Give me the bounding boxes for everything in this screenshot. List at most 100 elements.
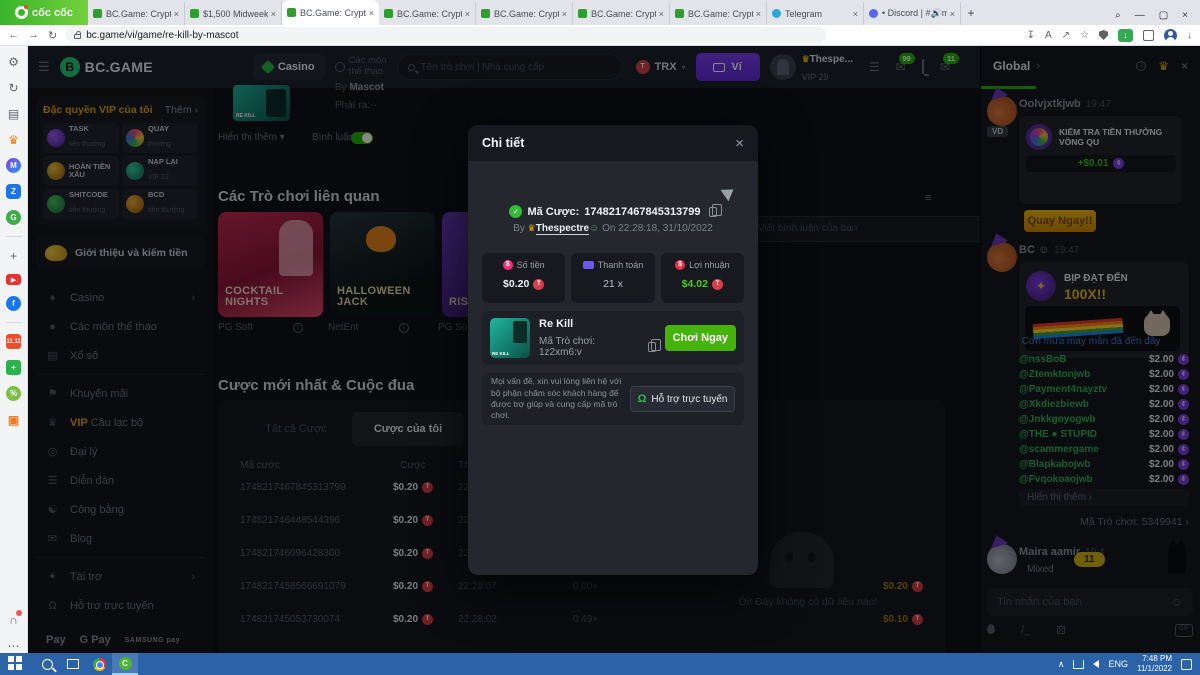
modal-title: Chi tiết (482, 136, 525, 150)
clock[interactable]: 7:48 PM 11/1/2022 (1137, 654, 1172, 674)
minimize-button[interactable]: — (1135, 10, 1145, 21)
url-text: bc.game/vi/game/re-kill-by-mascot (86, 29, 239, 41)
tab-close-icon[interactable]: × (174, 9, 179, 19)
support-note: Mọi vấn đề, xin vui lòng liên hệ với bộ … (482, 373, 744, 425)
tab-close-icon[interactable]: × (465, 9, 470, 19)
extensions-icon[interactable] (1143, 29, 1154, 41)
history-icon[interactable]: ↻ (6, 80, 21, 95)
tab-favicon (287, 8, 296, 17)
promo-icon[interactable]: % (6, 386, 21, 401)
stat-amount: $ Số tiền $0.20 T (482, 253, 566, 303)
headset-icon: Ω (637, 393, 647, 405)
save-page-icon[interactable]: ↧ (1027, 30, 1035, 41)
start-button[interactable] (8, 656, 24, 672)
sale-1111-icon[interactable]: 11.11 (6, 334, 21, 349)
browser-tab[interactable]: BC.Game: Crypto × (282, 0, 379, 25)
browser-tab[interactable]: BC.Game: Crypto × (88, 2, 185, 25)
modal-game-card: RE KILL Re Kill Mã Trò chơi: 1z2xm6:v Ch… (482, 311, 744, 365)
bet-details-modal: Chi tiết × ✓ Mã Cược: 174821746784531379… (468, 125, 758, 575)
tab-favicon (869, 9, 878, 18)
coccoc-brand-text: cốc cốc (32, 6, 73, 19)
divider (5, 236, 22, 237)
copy-icon[interactable] (647, 339, 661, 352)
tab-favicon (481, 9, 490, 18)
games-icon[interactable]: G (6, 210, 21, 225)
tray-expand-icon[interactable]: ∧ (1058, 659, 1065, 670)
messenger-icon[interactable]: M (6, 158, 21, 173)
reload-button[interactable]: ↻ (48, 29, 57, 42)
trx-coin-icon: T (711, 278, 723, 290)
trx-coin-icon: T (533, 278, 545, 290)
browser-tab[interactable]: BC.Game: Crypto × (476, 2, 573, 25)
browser-toolbar: ← → ↻ bc.game/vi/game/re-kill-by-mascot … (0, 25, 1200, 46)
download-button[interactable]: ↓ (1118, 28, 1133, 42)
add-shortcut-icon[interactable]: + (6, 248, 21, 263)
volume-icon[interactable] (1093, 660, 1100, 668)
tab-search-icon[interactable]: ⌕ (1115, 10, 1121, 21)
notifications-bell-icon[interactable]: ∩ (6, 610, 22, 627)
browser-tab[interactable]: • Discord | #🔊m × (864, 2, 961, 25)
youtube-icon[interactable]: ▶ (6, 274, 21, 285)
news-feed-icon[interactable]: ▤ (6, 106, 21, 121)
share-icon[interactable]: ↗ (1062, 30, 1070, 41)
network-icon[interactable] (1073, 659, 1085, 669)
coccoc-icon (15, 5, 29, 19)
stat-payout: Thanh toán 21 x (571, 253, 655, 303)
game-thumbnail[interactable]: RE KILL (490, 318, 530, 358)
tab-close-icon[interactable]: × (369, 8, 374, 18)
lock-icon[interactable] (74, 31, 82, 39)
bet-author-link[interactable]: Thespectre (535, 223, 590, 235)
back-button[interactable]: ← (8, 29, 19, 41)
browser-tab[interactable]: Telegram × (767, 2, 864, 25)
maximize-button[interactable]: ▢ (1159, 10, 1168, 21)
tab-close-icon[interactable]: × (853, 9, 858, 19)
browser-sidebar: ⚙ ↻ ▤ ♛ M Z G + ▶ f 11.11 + % ▣ ∩ ⋯ (0, 46, 28, 653)
more-icon[interactable]: ⋯ (6, 638, 21, 653)
chrome-taskbar-icon[interactable] (86, 653, 112, 675)
live-support-button[interactable]: Ω Hỗ trợ trực tuyến (630, 386, 735, 412)
tab-favicon (578, 9, 587, 18)
modal-close-icon[interactable]: × (735, 135, 744, 152)
tab-close-icon[interactable]: × (562, 9, 567, 19)
tab-close-icon[interactable]: × (756, 9, 761, 19)
zalo-icon[interactable]: Z (6, 184, 21, 199)
address-bar[interactable]: bc.game/vi/game/re-kill-by-mascot (66, 27, 827, 43)
profile-avatar-icon[interactable] (1164, 28, 1177, 42)
tab-favicon (675, 9, 684, 18)
browser-tab[interactable]: BC.Game: Crypto × (379, 2, 476, 25)
game-code: Mã Trò chơi: 1z2xm6:v (539, 336, 596, 358)
action-center-icon[interactable] (1181, 658, 1192, 670)
browser-tab[interactable]: $1,500 Midweek × (185, 2, 282, 25)
close-window-button[interactable]: × (1182, 10, 1188, 21)
bet-id-value: 1748217467845313799 (584, 205, 701, 218)
browser-tab[interactable]: BC.Game: Crypto × (573, 2, 670, 25)
tab-favicon (93, 9, 102, 18)
language-indicator[interactable]: ENG (1108, 659, 1128, 669)
gift-icon[interactable]: + (6, 360, 21, 375)
tab-close-icon[interactable]: × (659, 9, 664, 19)
play-now-button[interactable]: Chơi Ngay (664, 325, 736, 351)
translate-icon[interactable]: A (1045, 30, 1052, 41)
cart-icon[interactable]: ▣ (6, 412, 21, 427)
coccoc-taskbar-icon[interactable]: C (112, 653, 138, 675)
money-icon: $ (502, 260, 513, 270)
game-title: Re Kill (539, 318, 574, 330)
browser-tab[interactable]: BC.Game: Crypto × (670, 2, 767, 25)
bookmark-star-icon[interactable]: ☆ (1080, 30, 1089, 41)
vip-crown-icon[interactable]: ♛ (6, 132, 21, 147)
new-tab-button[interactable]: + (961, 3, 981, 23)
settings-icon[interactable]: ⚙ (6, 54, 21, 69)
divider (5, 322, 22, 323)
adblock-shield-icon[interactable] (1099, 30, 1108, 40)
tab-close-icon[interactable]: × (950, 9, 955, 19)
browser-tab-bar: cốc cốc BC.Game: Crypto × $1,500 Midweek… (0, 0, 1200, 25)
coccoc-logo[interactable]: cốc cốc (0, 0, 88, 25)
taskbar-search-icon[interactable] (34, 653, 60, 675)
tab-close-icon[interactable]: × (271, 9, 276, 19)
share-icon[interactable] (720, 183, 738, 202)
forward-button[interactable]: → (28, 29, 39, 41)
copy-icon[interactable] (708, 203, 722, 217)
downloads-tray-icon[interactable]: ↓ (1187, 30, 1192, 41)
task-view-icon[interactable] (60, 653, 86, 675)
facebook-icon[interactable]: f (6, 296, 21, 311)
